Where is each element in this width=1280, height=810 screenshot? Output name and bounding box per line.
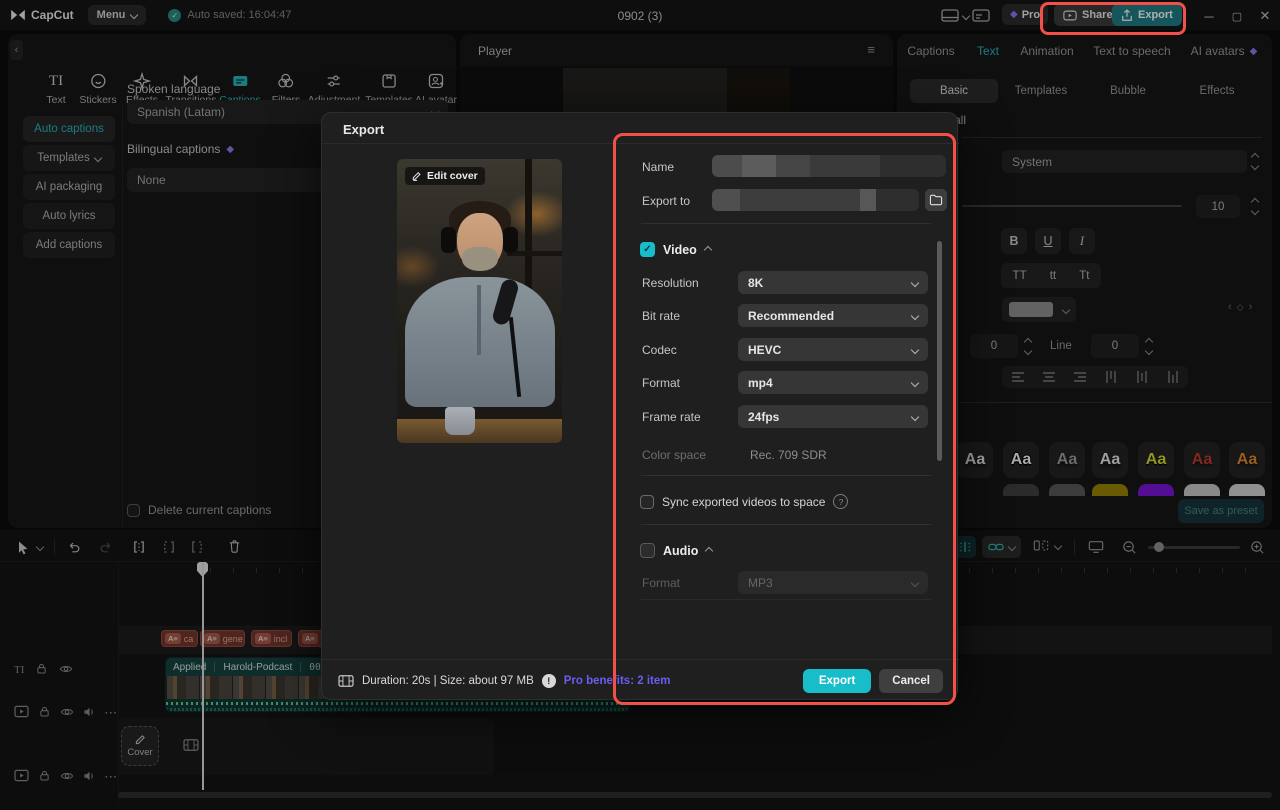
edit-cover-button[interactable]: Edit cover: [405, 167, 485, 185]
person-beard: [462, 247, 498, 271]
desk: [397, 419, 562, 443]
headphone-cup: [441, 227, 456, 253]
highlight-box-export-settings: [613, 133, 956, 705]
capcut-app: CapCut Menu ✓ Auto saved: 16:04:47 0902 …: [0, 0, 1280, 810]
edit-cover-label: Edit cover: [427, 170, 478, 182]
bookshelf-glow: [397, 244, 442, 289]
headphone-cup: [503, 227, 518, 253]
shirt-placket: [477, 285, 481, 355]
export-cover-preview: Edit cover: [397, 159, 562, 443]
duration-size-info: Duration: 20s | Size: about 97 MB: [362, 675, 534, 687]
dialog-title: Export: [343, 122, 384, 137]
pencil-icon: [412, 171, 422, 181]
highlight-box-share-export: [1040, 2, 1186, 35]
info-icon: !: [542, 674, 556, 688]
film-icon: [338, 674, 354, 688]
coffee-cup: [445, 407, 475, 435]
